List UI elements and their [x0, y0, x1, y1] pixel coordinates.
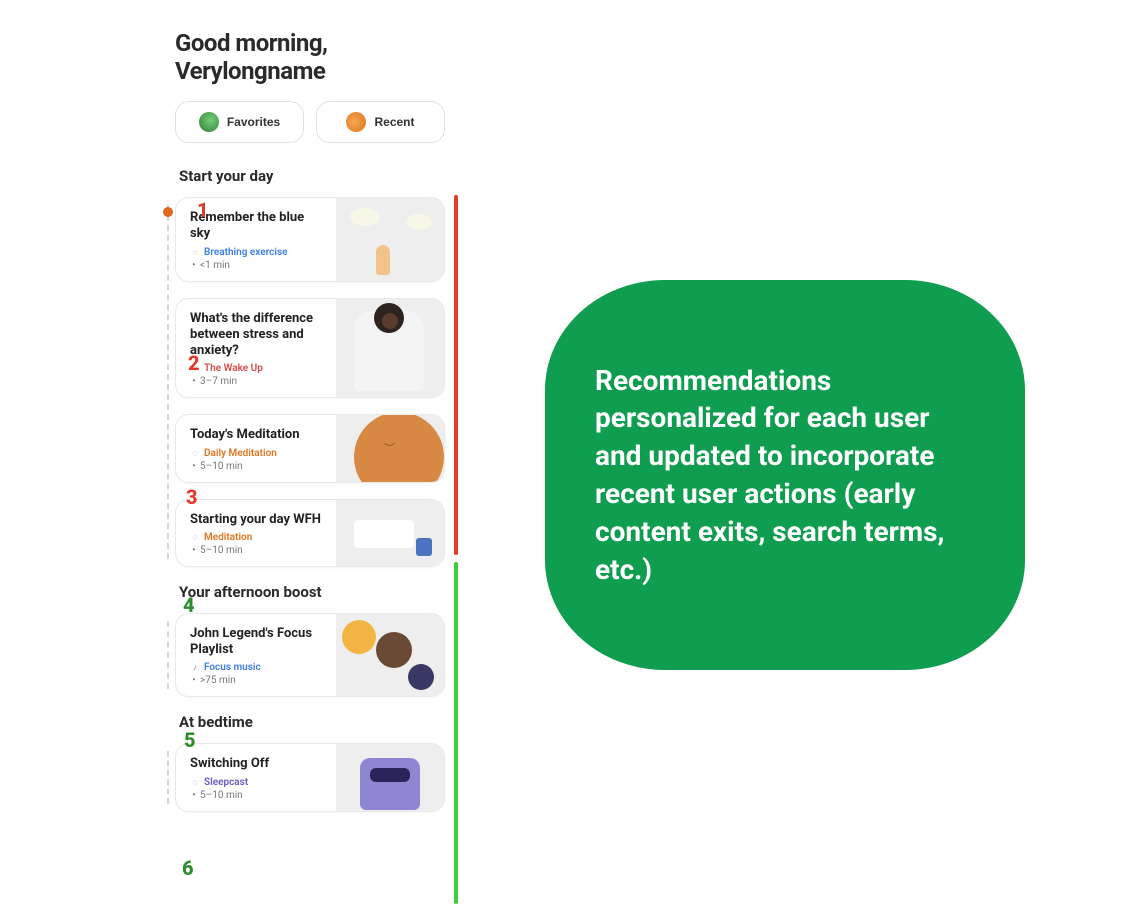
timeline-dot-active-icon — [163, 207, 173, 217]
clock-icon: ◔ — [190, 461, 196, 472]
card-thumbnail — [336, 744, 444, 810]
recent-label: Recent — [374, 115, 414, 129]
card-title: Starting your day WFH — [190, 512, 324, 528]
card-tag: Breathing exercise — [204, 247, 287, 258]
annotation-number-6: 6 — [182, 858, 194, 878]
card-thumbnail — [336, 198, 444, 281]
greeting-line1: Good morning, — [175, 29, 327, 57]
annotation-number-1: 1 — [197, 200, 209, 220]
card-tag: Focus music — [204, 662, 261, 673]
card-duration: >75 min — [200, 675, 236, 686]
card-tag: Meditation — [204, 532, 252, 543]
speaker-icon: ◌ — [190, 777, 200, 787]
card-title: Switching Off — [190, 756, 324, 772]
section-at-bedtime: At bedtime — [179, 713, 445, 731]
timeline-afternoon: John Legend's Focus Playlist ♪ Focus mus… — [175, 613, 445, 698]
card-tag: Daily Meditation — [204, 448, 277, 459]
recent-button[interactable]: Recent — [316, 101, 445, 143]
annotation-rail-green — [454, 562, 458, 904]
card-switching-off[interactable]: Switching Off ◌ Sleepcast ◔ 5–10 min — [175, 743, 445, 811]
card-blue-sky[interactable]: Remember the blue sky ◌ Breathing exerci… — [175, 197, 445, 282]
card-duration: 5–10 min — [200, 461, 243, 472]
card-thumbnail — [336, 299, 444, 398]
card-thumbnail — [336, 500, 444, 566]
heart-icon — [199, 112, 219, 132]
section-start-your-day: Start your day — [179, 167, 445, 185]
section-afternoon-boost: Your afternoon boost — [179, 583, 445, 601]
card-duration: 5–10 min — [200, 545, 243, 556]
favorites-button[interactable]: Favorites — [175, 101, 304, 143]
card-duration: 3–7 min — [200, 376, 237, 387]
clock-icon: ◔ — [190, 260, 196, 271]
greeting: Good morning, Verylongname — [175, 30, 445, 85]
annotation-number-5: 5 — [184, 730, 196, 750]
annotation-number-4: 4 — [183, 595, 195, 615]
pill-row: Favorites Recent — [175, 101, 445, 143]
timeline-bedtime: Switching Off ◌ Sleepcast ◔ 5–10 min — [175, 743, 445, 811]
clock-icon: ◔ — [190, 790, 196, 801]
app-feed-column: Good morning, Verylongname Favorites Rec… — [175, 30, 445, 828]
favorites-label: Favorites — [227, 115, 280, 129]
annotation-number-2: 2 — [188, 353, 200, 373]
card-thumbnail — [336, 614, 444, 697]
card-duration: <1 min — [200, 260, 230, 271]
callout-text: Recommendations personalized for each us… — [595, 362, 975, 589]
card-title: Remember the blue sky — [190, 210, 324, 243]
breathing-icon: ◌ — [190, 247, 200, 257]
clock-icon: ◔ — [190, 376, 196, 387]
card-duration: 5–10 min — [200, 790, 243, 801]
speaker-icon: ◌ — [190, 532, 200, 542]
card-title: What's the difference between stress and… — [190, 311, 324, 360]
annotation-rail-red — [454, 195, 458, 555]
annotation-number-3: 3 — [186, 487, 198, 507]
speaker-icon: ◌ — [190, 448, 200, 458]
clock-icon: ◔ — [190, 675, 196, 686]
greeting-line2: Verylongname — [175, 57, 325, 85]
card-title: John Legend's Focus Playlist — [190, 626, 324, 659]
card-wfh[interactable]: Starting your day WFH ◌ Meditation ◔ 5–1… — [175, 499, 445, 567]
card-title: Today's Meditation — [190, 427, 324, 443]
clock-icon — [346, 112, 366, 132]
card-stress-anxiety[interactable]: What's the difference between stress and… — [175, 298, 445, 399]
clock-icon: ◔ — [190, 545, 196, 556]
callout-bubble: Recommendations personalized for each us… — [545, 280, 1025, 670]
music-icon: ♪ — [190, 663, 200, 673]
timeline-start: Remember the blue sky ◌ Breathing exerci… — [175, 197, 445, 567]
card-thumbnail: ︶ — [336, 415, 444, 481]
card-today-meditation[interactable]: Today's Meditation ◌ Daily Meditation ◔ … — [175, 414, 445, 482]
card-focus-playlist[interactable]: John Legend's Focus Playlist ♪ Focus mus… — [175, 613, 445, 698]
card-tag: The Wake Up — [204, 363, 263, 374]
card-tag: Sleepcast — [204, 777, 248, 788]
